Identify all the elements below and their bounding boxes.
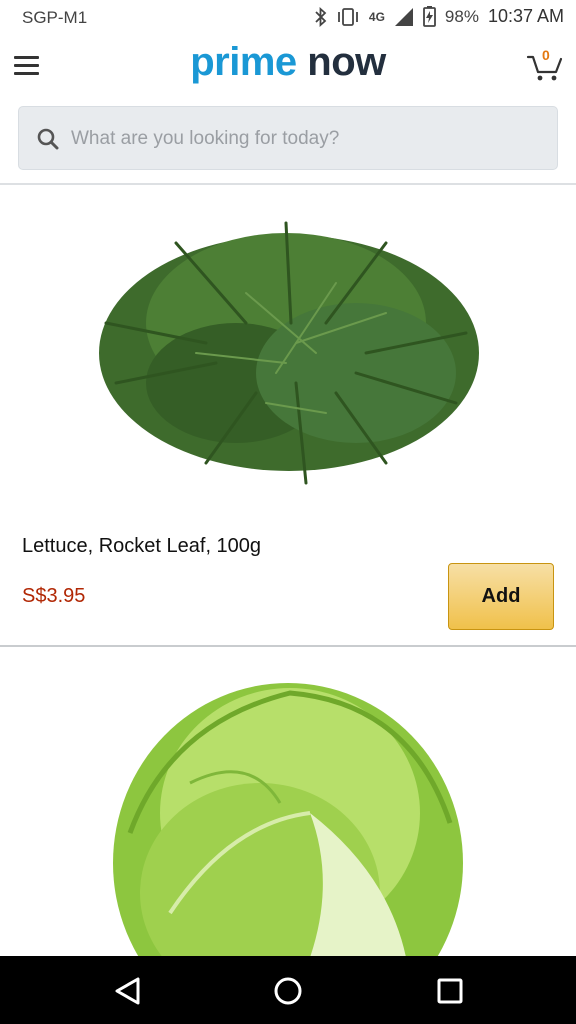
cart-button[interactable]: 0 bbox=[526, 47, 564, 82]
clock: 10:37 AM bbox=[487, 6, 564, 26]
cart-count: 0 bbox=[542, 47, 550, 63]
product-card[interactable]: Lettuce, Rocket Leaf, 100g S$3.95 Add bbox=[0, 185, 576, 647]
signal-icon bbox=[394, 7, 414, 27]
network-type: 4G bbox=[368, 9, 385, 24]
vibrate-icon bbox=[336, 7, 360, 27]
logo-now-text: now bbox=[307, 40, 386, 84]
search-icon bbox=[37, 128, 59, 150]
product-card[interactable] bbox=[0, 649, 576, 956]
app-header: prime now 0 bbox=[0, 36, 576, 94]
battery-icon bbox=[423, 6, 436, 27]
search-input[interactable] bbox=[71, 119, 541, 159]
carrier-name: SGP-M1 bbox=[22, 8, 88, 27]
back-icon[interactable] bbox=[110, 974, 146, 1008]
logo-prime-text: prime bbox=[190, 40, 297, 84]
search-bar[interactable] bbox=[18, 106, 558, 170]
recents-icon[interactable] bbox=[432, 974, 468, 1008]
add-to-cart-button[interactable]: Add bbox=[448, 563, 554, 630]
prime-now-logo[interactable]: prime now bbox=[0, 40, 576, 85]
system-nav-bar bbox=[0, 956, 576, 1024]
status-icons: 4G 98% 10:37 AM bbox=[315, 6, 564, 27]
status-bar: SGP-M1 4G 98% 10:37 AM bbox=[0, 0, 576, 36]
battery-percent: 98% bbox=[444, 6, 479, 26]
home-icon[interactable] bbox=[270, 974, 306, 1008]
product-price: S$3.95 bbox=[22, 585, 86, 607]
bluetooth-icon bbox=[315, 6, 327, 27]
product-name[interactable]: Lettuce, Rocket Leaf, 100g bbox=[22, 535, 261, 558]
iceberg-lettuce-image[interactable] bbox=[110, 663, 466, 956]
rocket-leaf-image[interactable] bbox=[86, 203, 492, 499]
